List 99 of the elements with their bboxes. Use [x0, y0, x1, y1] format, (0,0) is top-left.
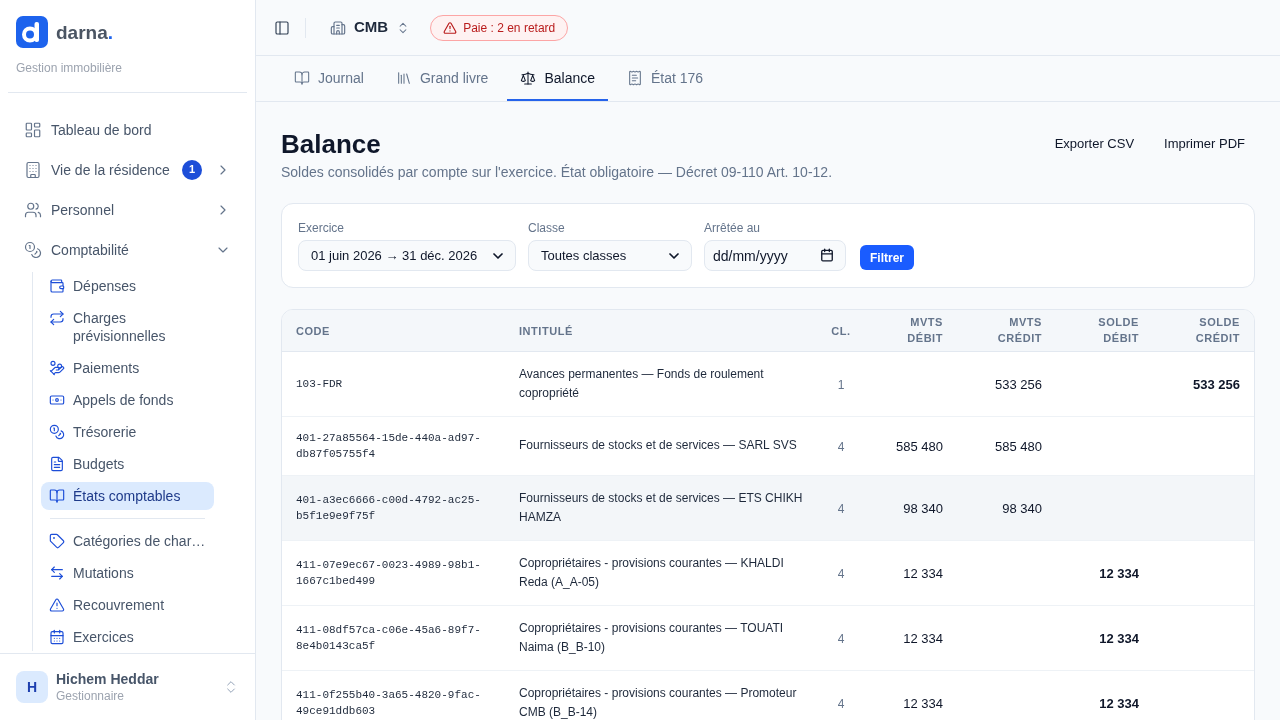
- nav-subitem[interactable]: Appels de fonds: [41, 386, 214, 414]
- column-header: MVTS CRÉDIT: [997, 315, 1042, 347]
- open-book-icon: [294, 69, 310, 86]
- column-header: SOLDE DÉBIT: [1098, 315, 1139, 347]
- swap-arrows-icon: [49, 565, 65, 581]
- account-class: 4: [837, 631, 845, 646]
- column-header: INTITULÉ: [519, 325, 573, 338]
- date-field[interactable]: dd/mm/yyyy: [704, 240, 846, 271]
- tab[interactable]: Balance: [507, 56, 608, 101]
- field-label: Arrêtée au: [704, 220, 761, 236]
- page-subtitle: Soldes consolidés par compte sur l'exercice. État obligatoire — Décret 09-110 Art. 10-12.: [281, 163, 833, 182]
- account-class: 4: [837, 439, 845, 454]
- nav-item[interactable]: Comptabilité: [16, 232, 239, 268]
- account-code: 401-a3ec6666-c00d-4792-ac25-b5f1e9e9f75f: [296, 492, 482, 524]
- loop-arrows-icon: [49, 310, 65, 326]
- receipt-icon: [627, 69, 643, 86]
- calendar-icon[interactable]: [820, 248, 834, 262]
- field-label: Exercice: [298, 220, 344, 236]
- amount: 98 340: [1002, 500, 1042, 516]
- amount: 12 334: [1099, 630, 1139, 646]
- user-role: Gestionnaire: [56, 688, 125, 704]
- account-title: Copropriétaires - provisions courantes — KHALDI Reda (A_A-05): [519, 554, 785, 591]
- nav-subitem[interactable]: États comptables: [41, 482, 214, 510]
- account-code: 411-07e9ec67-0023-4989-98b1-1667c1bed499: [296, 557, 482, 589]
- brand-tagline: Gestion immobilière: [16, 60, 123, 76]
- nav-subitem[interactable]: Trésorerie: [41, 418, 214, 446]
- column-header: SOLDE CRÉDIT: [1195, 315, 1240, 347]
- amount: 585 480: [896, 438, 943, 454]
- nav-subitem[interactable]: Recouvrement: [41, 591, 214, 619]
- building-icon: [24, 161, 42, 179]
- warning-icon: [49, 597, 65, 613]
- nav-item[interactable]: Vie de la résidence 1: [16, 152, 239, 188]
- user-avatar: H: [16, 671, 48, 703]
- account-title: Fournisseurs de stocks et de services — ETS CHIKH HAMZA: [519, 489, 804, 526]
- account-code: 103-FDR: [296, 376, 344, 392]
- amount: 12 334: [903, 565, 943, 581]
- logo-icon: [16, 16, 48, 48]
- nav-item[interactable]: Tableau de bord: [16, 112, 239, 148]
- residence-switcher[interactable]: CMB: [322, 11, 419, 44]
- account-code: 411-08df57ca-c06e-45a6-89f7-8e4b0143ca5f: [296, 622, 482, 654]
- amount: 12 334: [903, 630, 943, 646]
- wallet-icon: [49, 278, 65, 294]
- banknote-icon: [49, 392, 65, 408]
- amount: 533 256: [1193, 376, 1240, 392]
- tab[interactable]: Journal: [281, 56, 377, 101]
- nav-subitem[interactable]: Budgets: [41, 450, 214, 478]
- column-header: MVTS DÉBIT: [907, 315, 943, 347]
- brand-name: darna.: [56, 22, 114, 42]
- payroll-alert[interactable]: Paie : 2 en retard: [430, 14, 569, 41]
- building-icon: [330, 19, 346, 36]
- nav-subitem[interactable]: Catégories de char…: [41, 527, 214, 555]
- column-header: CODE: [296, 325, 330, 338]
- account-title: Fournisseurs de stocks et de services — SARL SVS: [519, 437, 797, 454]
- nav-subitem[interactable]: Charges prévisionnelles: [41, 304, 214, 350]
- amount: 533 256: [995, 376, 1042, 392]
- grid-icon: [24, 121, 42, 139]
- amount: 98 340: [903, 500, 943, 516]
- account-title: Avances permanentes — Fonds de roulement copropriété: [519, 365, 765, 402]
- tag-icon: [49, 533, 65, 549]
- nav-subitem[interactable]: Exercices: [41, 623, 214, 651]
- account-class: 4: [837, 566, 845, 581]
- account-title: Copropriétaires - provisions courantes — TOUATI Naima (B_B-10): [519, 619, 785, 656]
- action-button[interactable]: Imprimer PDF: [1154, 128, 1255, 160]
- nav-item[interactable]: Personnel: [16, 192, 239, 228]
- coins-icon: [24, 241, 42, 259]
- sidebar-toggle-icon[interactable]: [274, 19, 290, 36]
- calendar-icon: [49, 629, 65, 645]
- open-book-icon: [49, 488, 65, 504]
- user-name: Hichem Heddar: [56, 670, 159, 688]
- action-button[interactable]: Exporter CSV: [1044, 128, 1145, 160]
- amount: 12 334: [903, 695, 943, 711]
- account-code: 401-27a85564-15de-440a-ad97-db87f05755f4: [296, 430, 482, 462]
- nav-subitem[interactable]: Dépenses: [41, 272, 214, 300]
- account-class: 4: [837, 501, 845, 516]
- scales-icon: [520, 69, 537, 86]
- tab[interactable]: État 176: [614, 56, 717, 101]
- account-class: 1: [837, 377, 845, 392]
- account-title: Copropriétaires - provisions courantes — Promoteur CMB (B_B-14): [519, 684, 798, 720]
- account-class: 4: [837, 696, 845, 711]
- document-icon: [49, 456, 65, 472]
- page-title: Balance: [281, 128, 381, 160]
- dropdown-field[interactable]: 01 juin 2026 → 31 déc. 2026: [298, 240, 516, 271]
- nav-subitem[interactable]: Mutations: [41, 559, 214, 587]
- coins-icon: [49, 424, 65, 440]
- people-icon: [24, 201, 42, 219]
- nav-subitem[interactable]: Paiements: [41, 354, 214, 382]
- dropdown-field[interactable]: Toutes classes: [528, 240, 692, 271]
- column-header: CL.: [831, 325, 851, 338]
- warning-icon: [443, 20, 458, 35]
- filter-button[interactable]: Filtrer: [860, 245, 914, 270]
- field-label: Classe: [528, 220, 565, 236]
- amount: 12 334: [1099, 565, 1139, 581]
- amount: 12 334: [1099, 695, 1139, 711]
- amount: 585 480: [995, 438, 1042, 454]
- account-code: 411-0f255b40-3a65-4820-9fac-49ce91ddb603: [296, 687, 482, 719]
- count-badge: 1: [182, 160, 202, 180]
- books-icon: [395, 69, 412, 86]
- hand-coins-icon: [49, 360, 65, 376]
- tab[interactable]: Grand livre: [382, 56, 502, 101]
